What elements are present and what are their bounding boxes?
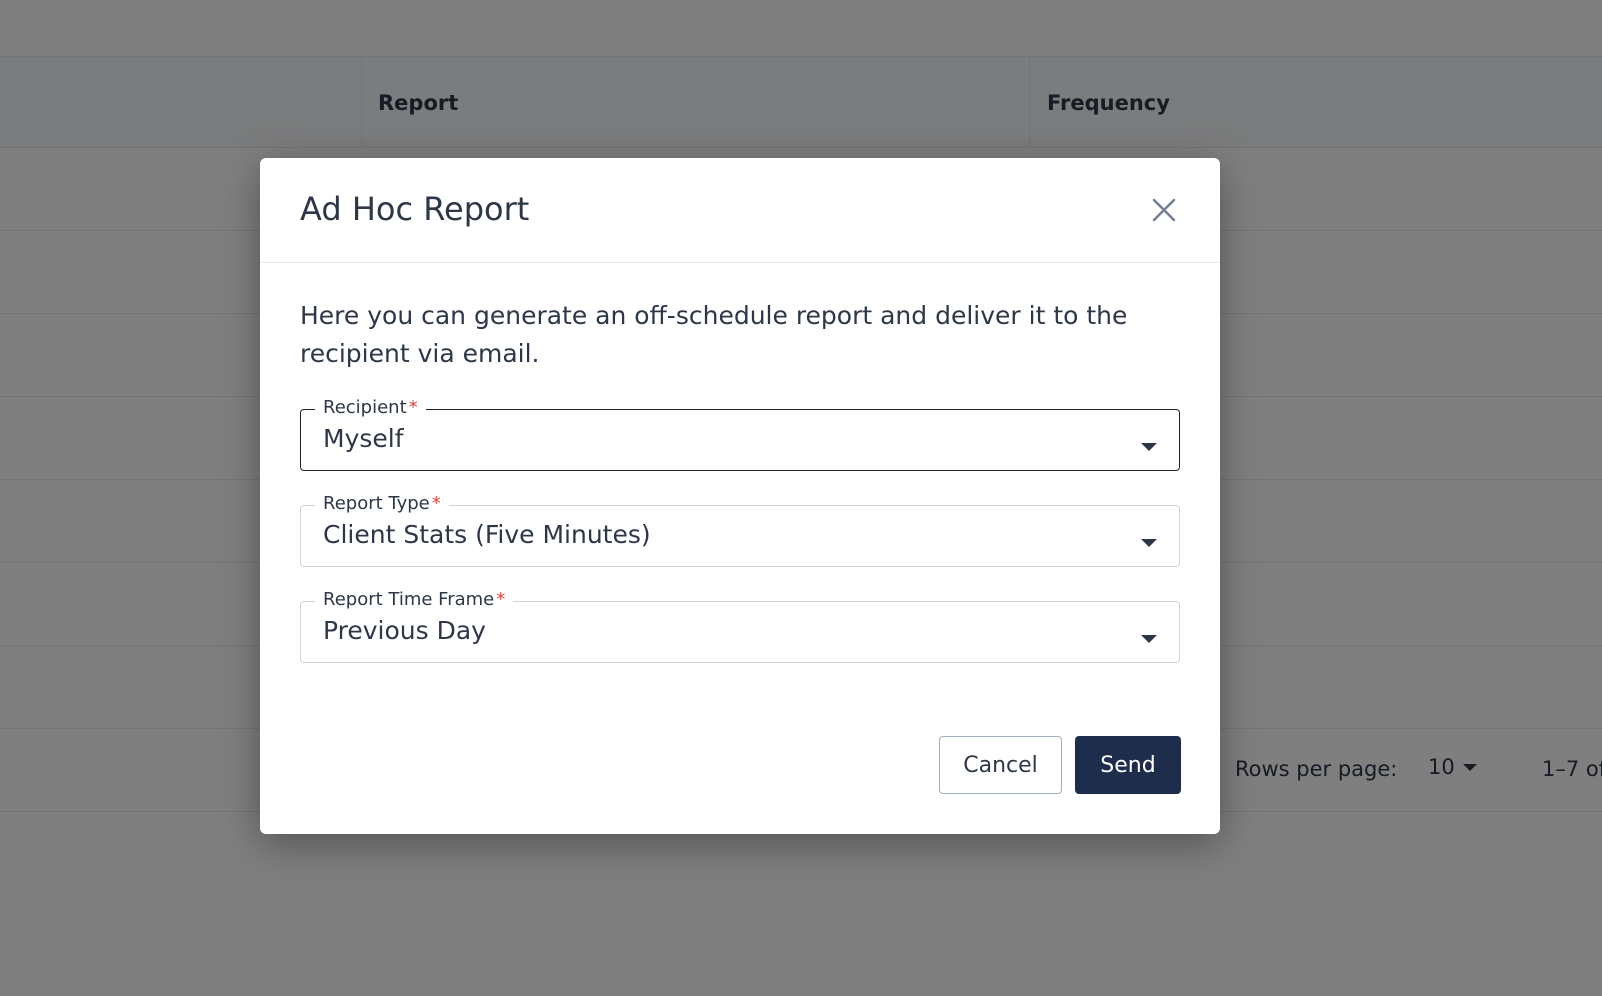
report-time-frame-value: Previous Day [323, 616, 486, 645]
report-time-frame-dropdown-toggle[interactable] [1141, 628, 1157, 647]
dialog-description: Here you can generate an off-schedule re… [300, 301, 1128, 368]
required-marker: * [408, 397, 418, 418]
recipient-label-text: Recipient [323, 397, 407, 418]
report-time-frame-label: Report Time Frame * [315, 589, 514, 610]
report-time-frame-select[interactable]: Report Time Frame * Previous Day [300, 589, 1180, 663]
report-type-dropdown-toggle[interactable] [1141, 532, 1157, 551]
recipient-label: Recipient * [315, 397, 426, 418]
chevron-down-icon [1141, 539, 1157, 547]
report-type-label: Report Type * [315, 493, 449, 514]
ad-hoc-report-dialog: Ad Hoc Report Here you can generate an o… [260, 158, 1220, 834]
chevron-down-icon [1141, 443, 1157, 451]
required-marker: * [496, 589, 506, 610]
report-time-frame-label-text: Report Time Frame [323, 589, 495, 610]
report-type-value: Client Stats (Five Minutes) [323, 520, 651, 549]
recipient-select[interactable]: Recipient * Myself [300, 397, 1180, 471]
close-button[interactable] [1146, 192, 1182, 228]
recipient-dropdown-toggle[interactable] [1141, 436, 1157, 455]
cancel-button[interactable]: Cancel [939, 736, 1062, 794]
report-type-select[interactable]: Report Type * Client Stats (Five Minutes) [300, 493, 1180, 567]
dialog-header: Ad Hoc Report [260, 158, 1220, 263]
dialog-title: Ad Hoc Report [300, 190, 530, 228]
page: Report Frequency Rows per page: 10 1–7 o… [0, 0, 1602, 996]
recipient-value: Myself [323, 424, 404, 453]
close-icon [1152, 198, 1176, 222]
required-marker: * [431, 493, 441, 514]
send-button[interactable]: Send [1075, 736, 1181, 794]
chevron-down-icon [1141, 635, 1157, 643]
report-type-label-text: Report Type [323, 493, 430, 514]
